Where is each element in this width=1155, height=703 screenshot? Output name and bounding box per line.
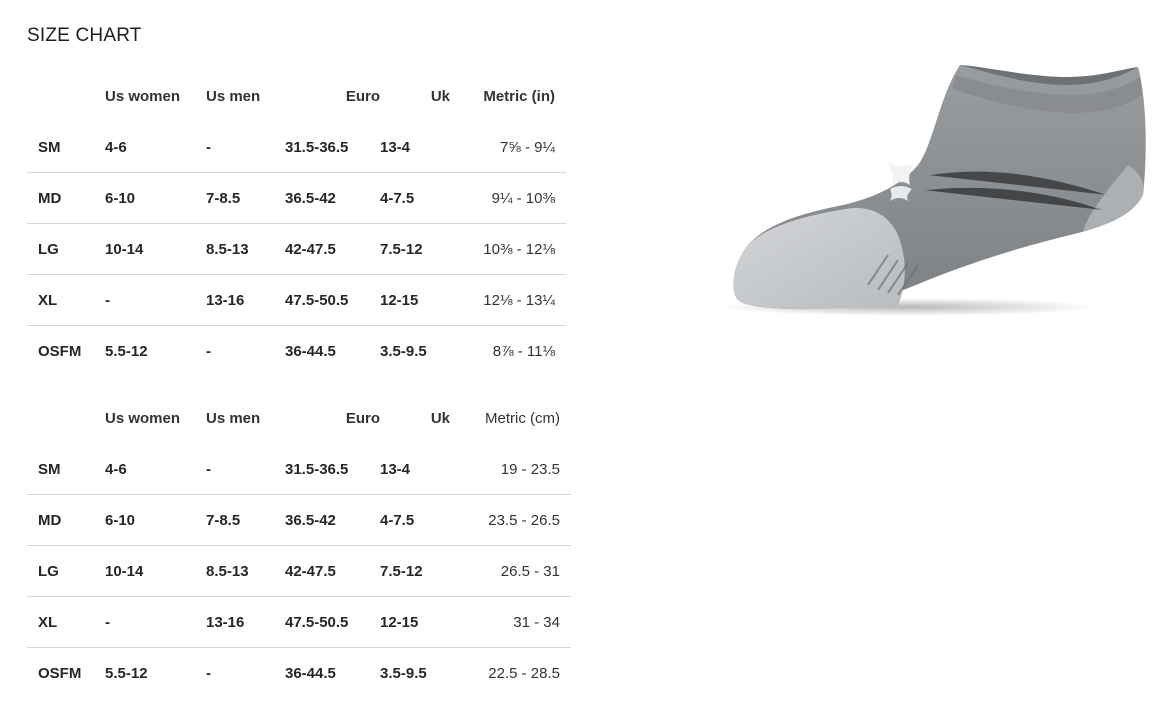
row-us-women: 4-6 — [105, 460, 127, 478]
row-euro: 36-44.5 — [285, 325, 380, 376]
table-row: SM 4-6 - 31.5-36.5 13-4 7⅝ - 9¼ — [27, 122, 566, 173]
header-us-women: Us women — [105, 410, 181, 427]
row-us-women: 5.5-12 — [105, 647, 206, 698]
header-us-men: Us men — [206, 88, 261, 105]
table-row: SM 4-6 - 31.5-36.5 13-4 19 - 23.5 — [27, 444, 571, 495]
row-metric: 12⅛ - 13¼ — [450, 274, 566, 326]
table-row: LG 10-14 8.5-13 42-47.5 7.5-12 10⅜ - 12⅛ — [27, 223, 566, 275]
row-euro: 36.5-42 — [285, 172, 380, 224]
header-uk: Uk — [430, 88, 450, 105]
row-euro: 47.5-50.5 — [285, 274, 380, 326]
row-us-men: - — [206, 460, 211, 478]
row-uk: 3.5-9.5 — [380, 325, 450, 376]
row-us-women: 6-10 — [105, 172, 206, 224]
table-row: XL -13-16 47.5-50.5 12-15 12⅛ - 13¼ — [27, 274, 566, 326]
header-euro: Euro — [345, 88, 380, 105]
header-uk: Uk — [430, 410, 450, 427]
row-us-women: 6-10 — [105, 494, 206, 546]
table-header-row: Us women Us men Euro Uk Metric (in) — [27, 71, 566, 122]
row-uk: 7.5-12 — [380, 545, 450, 597]
row-euro: 42-47.5 — [285, 223, 380, 275]
row-metric: 19 - 23.5 — [500, 460, 560, 478]
table-row: LG 10-14 8.5-13 42-47.5 7.5-12 26.5 - 31 — [27, 545, 571, 597]
row-us-men: - — [206, 138, 211, 156]
row-size: LG — [27, 223, 105, 275]
row-uk: 13-4 — [380, 460, 411, 478]
row-size: OSFM — [27, 647, 105, 698]
row-us-women: 10-14 — [105, 223, 206, 275]
row-metric: 10⅜ - 12⅛ — [450, 223, 566, 275]
row-metric: 26.5 - 31 — [450, 545, 571, 597]
row-us-women: - — [105, 274, 206, 326]
sock-icon — [718, 65, 1146, 316]
row-us-women: 5.5-12 — [105, 325, 206, 376]
row-metric: 8⅞ - 11⅛ — [450, 325, 566, 376]
row-metric: 9¼ - 10⅜ — [450, 172, 566, 224]
row-uk: 13-4 — [380, 138, 411, 156]
row-us-men: 7-8.5 — [206, 172, 285, 224]
header-size — [27, 71, 105, 122]
row-us-men: 13-16 — [206, 274, 285, 326]
table-row: OSFM 5.5-12-36-44.5 3.5-9.5 8⅞ - 11⅛ — [27, 325, 566, 376]
header-us-women: Us women — [105, 88, 181, 105]
row-us-men: - — [206, 647, 285, 698]
row-us-women: 10-14 — [105, 545, 206, 597]
table-row: MD 6-10 7-8.5 36.5-42 4-7.5 9¼ - 10⅜ — [27, 172, 566, 224]
row-us-women: - — [105, 596, 206, 648]
size-table-cm: Us women Us men Euro Uk Metric (cm) SM 4-… — [27, 393, 571, 698]
row-euro: 36-44.5 — [285, 647, 380, 698]
row-us-men: - — [206, 325, 285, 376]
row-us-men: 8.5-13 — [206, 545, 285, 597]
row-euro: 31.5-36.5 — [285, 460, 349, 478]
row-metric: 7⅝ - 9¼ — [499, 138, 555, 156]
header-metric-in: Metric (in) — [483, 88, 555, 105]
row-size: OSFM — [27, 325, 105, 376]
row-uk: 12-15 — [380, 274, 450, 326]
row-uk: 12-15 — [380, 596, 450, 648]
row-uk: 4-7.5 — [380, 494, 450, 546]
row-us-men: 7-8.5 — [206, 494, 285, 546]
row-size: MD — [27, 494, 105, 546]
product-image — [718, 55, 1155, 325]
size-table-inches: Us women Us men Euro Uk Metric (in) SM 4-… — [27, 71, 566, 376]
row-size: XL — [27, 596, 105, 648]
row-us-women: 4-6 — [105, 138, 127, 156]
row-metric: 31 - 34 — [450, 596, 571, 648]
header-euro: Euro — [345, 410, 380, 427]
row-uk: 7.5-12 — [380, 223, 450, 275]
row-size: SM — [38, 460, 61, 478]
row-size: XL — [27, 274, 105, 326]
row-size: MD — [27, 172, 105, 224]
row-euro: 47.5-50.5 — [285, 596, 380, 648]
header-size — [27, 393, 105, 444]
header-metric-cm: Metric (cm) — [485, 410, 560, 427]
table-row: XL -13-16 47.5-50.5 12-15 31 - 34 — [27, 596, 571, 648]
row-us-men: 13-16 — [206, 596, 285, 648]
row-metric: 23.5 - 26.5 — [450, 494, 571, 546]
row-size: LG — [27, 545, 105, 597]
table-header-row: Us women Us men Euro Uk Metric (cm) — [27, 393, 571, 444]
row-uk: 3.5-9.5 — [380, 647, 450, 698]
row-size: SM — [38, 138, 61, 156]
row-euro: 42-47.5 — [285, 545, 380, 597]
table-row: OSFM 5.5-12-36-44.5 3.5-9.5 22.5 - 28.5 — [27, 647, 571, 698]
row-euro: 31.5-36.5 — [285, 138, 349, 156]
row-euro: 36.5-42 — [285, 494, 380, 546]
row-us-men: 8.5-13 — [206, 223, 285, 275]
page-title: SIZE CHART — [27, 25, 142, 46]
row-metric: 22.5 - 28.5 — [450, 647, 571, 698]
row-uk: 4-7.5 — [380, 172, 450, 224]
table-row: MD 6-10 7-8.5 36.5-42 4-7.5 23.5 - 26.5 — [27, 494, 571, 546]
header-us-men: Us men — [206, 410, 261, 427]
